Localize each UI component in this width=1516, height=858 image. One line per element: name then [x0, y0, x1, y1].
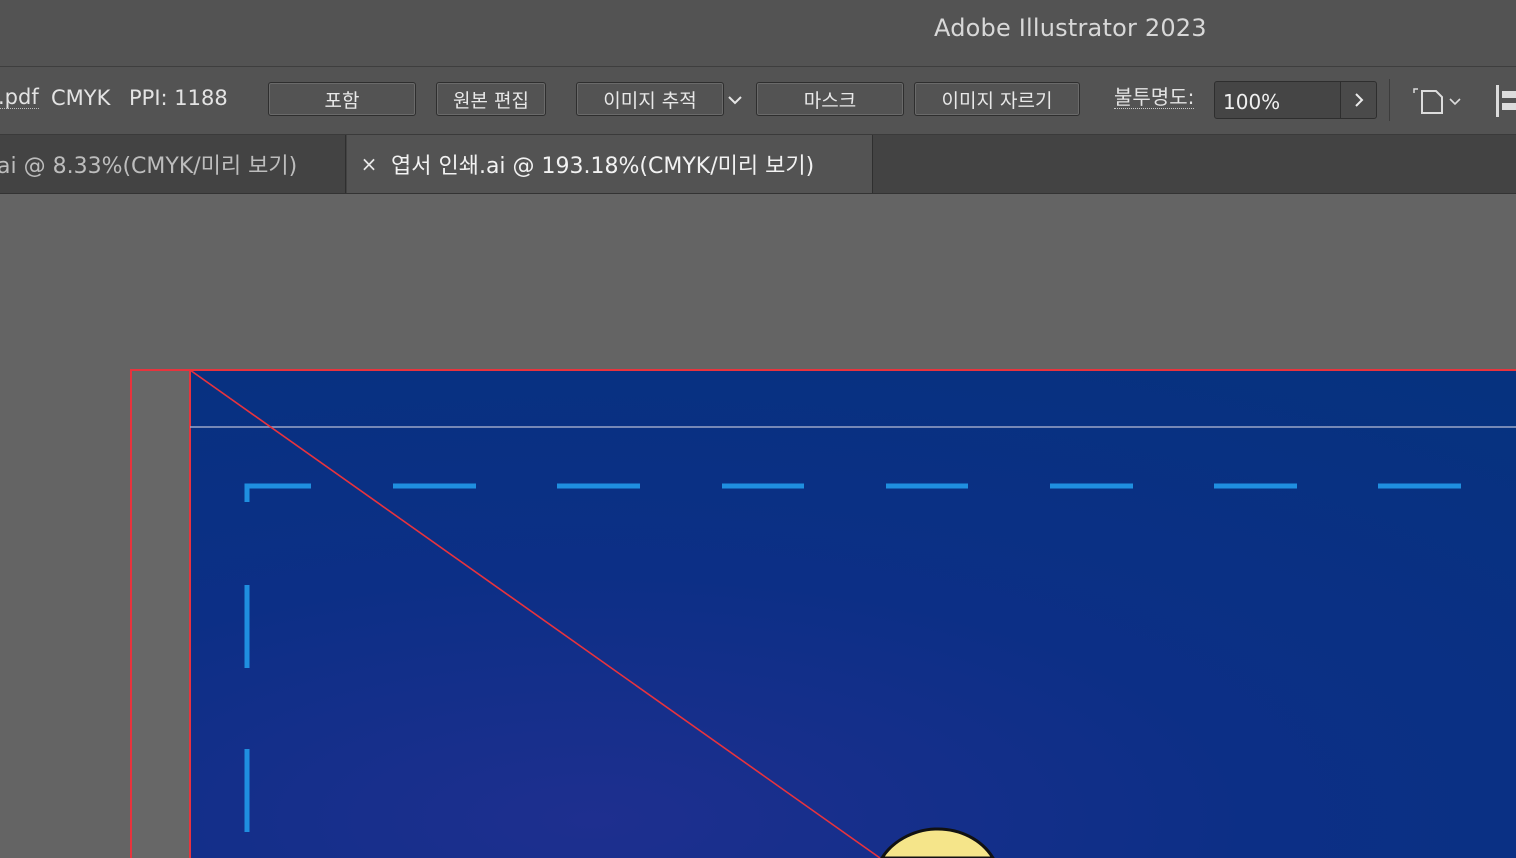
opacity-label[interactable]: 불투명도:	[1114, 86, 1195, 109]
opacity-more-button[interactable]	[1340, 81, 1377, 119]
chevron-right-icon	[1354, 93, 1363, 107]
color-mode-label: CMYK	[51, 86, 111, 110]
placed-image[interactable]	[190, 370, 1516, 858]
canvas[interactable]	[0, 194, 1516, 858]
app-title: Adobe Illustrator 2023	[934, 14, 1207, 42]
edit-original-button[interactable]: 원본 편집	[436, 82, 546, 116]
tab-label: ai @ 8.33%(CMYK/미리 보기)	[0, 154, 298, 179]
document-setup-icon[interactable]	[1412, 87, 1466, 115]
linked-file-name[interactable]: .pdf	[0, 86, 39, 109]
toolbar-separator	[1389, 79, 1390, 121]
image-trace-button[interactable]: 이미지 추적	[576, 82, 724, 116]
tab-document-1[interactable]: ai @ 8.33%(CMYK/미리 보기)	[0, 135, 346, 193]
tab-label: 엽서 인쇄.ai @ 193.18%(CMYK/미리 보기)	[391, 154, 815, 179]
artwork	[130, 369, 1516, 858]
ppi-label: PPI: 1188	[129, 86, 228, 110]
document-tab-bar: ai @ 8.33%(CMYK/미리 보기) × 엽서 인쇄.ai @ 193.…	[0, 135, 1516, 194]
chevron-down-icon[interactable]	[724, 91, 746, 109]
control-bar: .pdf CMYK PPI: 1188 포함 원본 편집 이미지 추적 마스크 …	[0, 67, 1516, 135]
close-icon[interactable]: ×	[347, 152, 391, 176]
opacity-input[interactable]: 100%	[1214, 81, 1341, 119]
crop-image-button[interactable]: 이미지 자르기	[914, 82, 1080, 116]
embed-button[interactable]: 포함	[268, 82, 416, 116]
align-icon[interactable]	[1494, 83, 1516, 119]
mask-button[interactable]: 마스크	[756, 82, 904, 116]
tab-document-2[interactable]: × 엽서 인쇄.ai @ 193.18%(CMYK/미리 보기)	[347, 135, 873, 193]
title-bar: Adobe Illustrator 2023	[0, 0, 1516, 67]
